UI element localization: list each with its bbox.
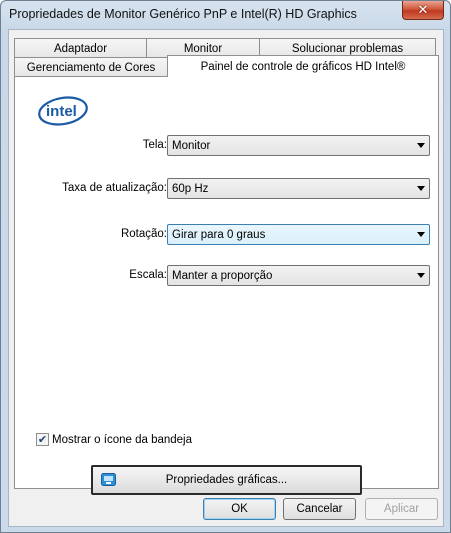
chevron-down-icon (413, 266, 429, 285)
graphics-properties-button[interactable]: Propriedades gráficas... (91, 465, 362, 495)
escala-value: Manter a proporção (172, 269, 273, 282)
rotacao-label: Rotação: (120, 228, 167, 240)
ok-button[interactable]: OK (203, 498, 276, 520)
intel-graphics-icon (101, 473, 116, 486)
taxa-label: Taxa de atualização: (62, 182, 167, 194)
ok-label: OK (231, 503, 248, 515)
dialog-client-area: Adaptador Monitor Solucionar problemas G… (8, 29, 444, 527)
tab-label: Gerenciamento de Cores (26, 61, 156, 74)
close-button[interactable]: ✕ (402, 1, 444, 20)
taxa-select[interactable]: 60p Hz (167, 178, 430, 199)
intel-tab-panel: intel Tela: Monitor Taxa de atualização:… (14, 76, 439, 495)
close-icon: ✕ (417, 2, 429, 18)
apply-label: Aplicar (383, 503, 420, 515)
intel-logo-text: intel (46, 103, 77, 120)
tab-painel-intel[interactable]: Painel de controle de gráficos HD Intel® (167, 55, 439, 77)
tab-label: Painel de controle de gráficos HD Intel® (200, 60, 406, 73)
graphics-properties-label: Propriedades gráficas... (165, 474, 288, 486)
chevron-down-icon (413, 225, 429, 244)
tab-label: Adaptador (53, 42, 108, 55)
cancel-label: Cancelar (296, 503, 343, 515)
tab-label: Solucionar problemas (291, 42, 404, 55)
tela-select[interactable]: Monitor (167, 135, 430, 156)
rotacao-select[interactable]: Girar para 0 graus (167, 224, 430, 245)
rotacao-value: Girar para 0 graus (172, 228, 266, 241)
tab-label: Monitor (183, 42, 223, 55)
intel-logo: intel (38, 96, 88, 126)
tab-adaptador[interactable]: Adaptador (14, 38, 147, 58)
checkmark-icon: ✔ (37, 433, 48, 446)
tab-gerenciamento-de-cores[interactable]: Gerenciamento de Cores (14, 57, 168, 77)
window-title: Propriedades de Monitor Genérico PnP e I… (9, 7, 357, 21)
properties-window: Propriedades de Monitor Genérico PnP e I… (0, 0, 451, 533)
escala-label: Escala: (129, 269, 167, 281)
tray-icon-option[interactable]: ✔ Mostrar o ícone da bandeja (36, 433, 192, 446)
tela-label: Tela: (142, 139, 167, 151)
tray-icon-label: Mostrar o ícone da bandeja (52, 433, 193, 446)
apply-button[interactable]: Aplicar (365, 498, 438, 520)
tray-icon-checkbox[interactable]: ✔ (36, 433, 49, 446)
tela-value: Monitor (172, 139, 211, 152)
cancel-button[interactable]: Cancelar (283, 498, 356, 520)
chevron-down-icon (413, 136, 429, 155)
title-bar[interactable]: Propriedades de Monitor Genérico PnP e I… (1, 1, 450, 29)
escala-select[interactable]: Manter a proporção (167, 265, 430, 286)
chevron-down-icon (413, 179, 429, 198)
taxa-value: 60p Hz (172, 182, 209, 195)
